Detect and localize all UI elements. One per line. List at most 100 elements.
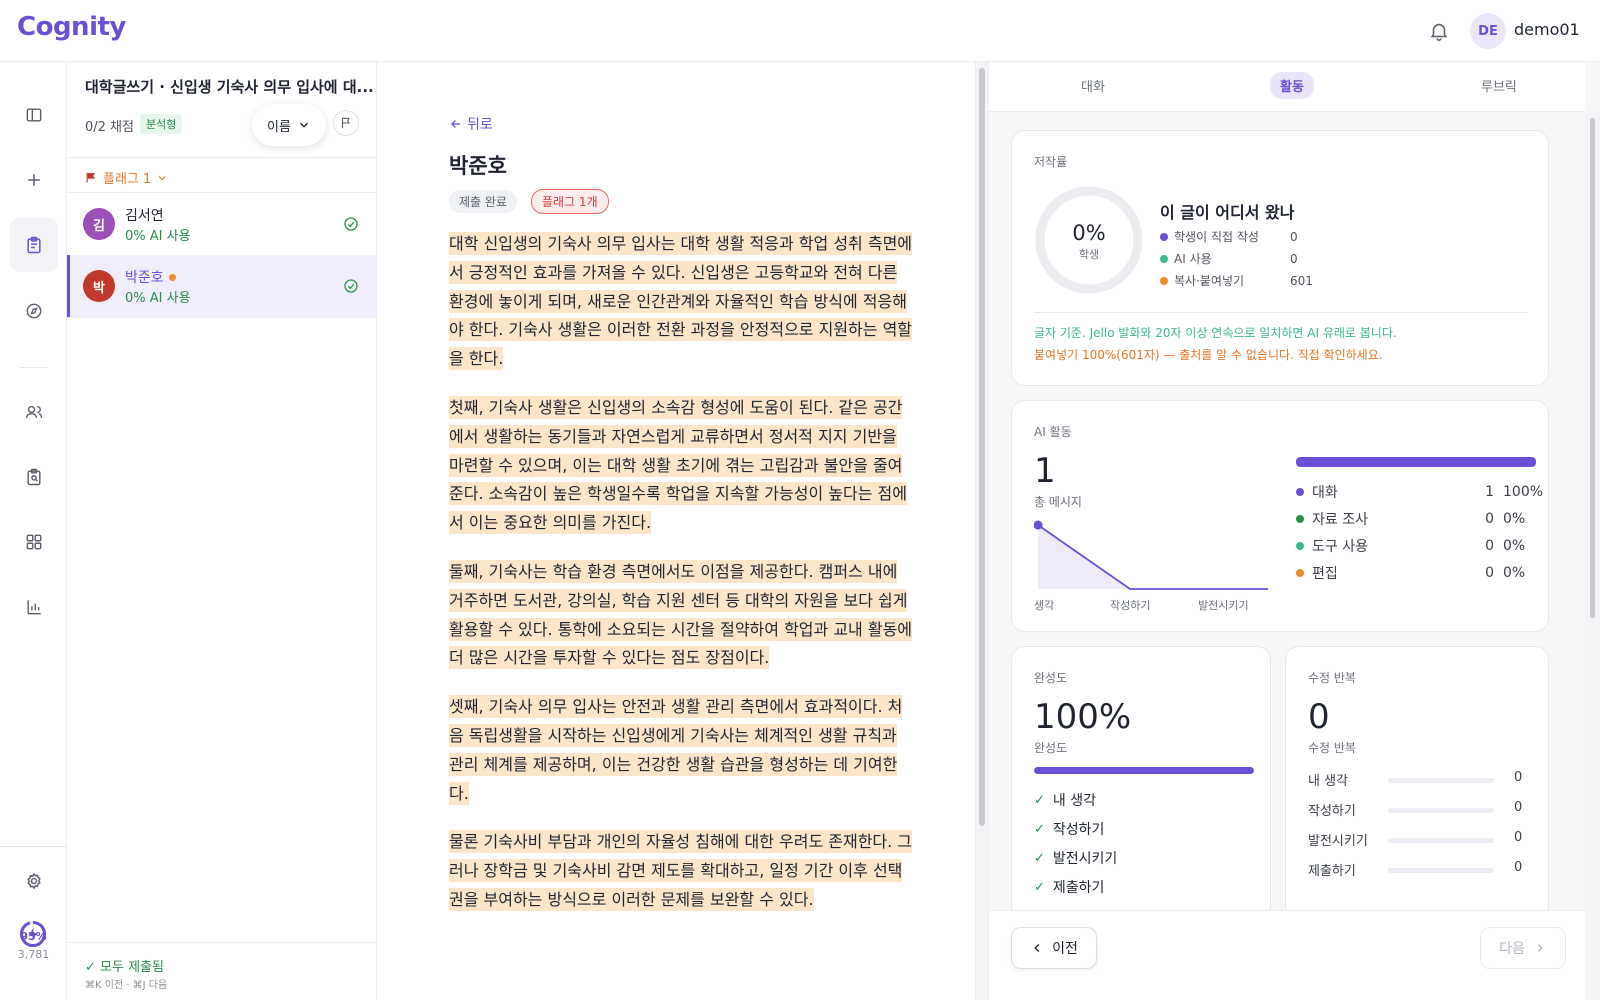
assignment-title: 대학글쓰기 · 신입생 기숙사 의무 입사에 대... xyxy=(85,78,374,96)
step-item: ✓ 내 생각 xyxy=(1034,790,1096,810)
scrollbar-thumb[interactable] xyxy=(1590,118,1595,618)
ai-breakdown-row: 도구 사용 0 0% xyxy=(1296,536,1536,556)
next-label: 다음 xyxy=(1499,941,1525,957)
ai-breakdown-row: 대화 1 100% xyxy=(1296,482,1543,502)
ai-activity-bar xyxy=(1296,457,1536,467)
all-submitted-status: ✓ 모두 제출됨 xyxy=(85,960,164,975)
bar-chart-icon[interactable] xyxy=(17,590,51,624)
tab-rubric[interactable]: 루브릭 xyxy=(1481,76,1517,95)
ai-breakdown-row: 자료 조사 0 0% xyxy=(1296,509,1536,529)
ai-breakdown-label: 대화 xyxy=(1312,485,1338,501)
legend-dot xyxy=(1296,515,1304,523)
check-icon: ✓ xyxy=(1034,879,1045,895)
ai-breakdown-percent: 0% xyxy=(1503,565,1526,581)
ai-breakdown-count: 0 xyxy=(1485,511,1494,527)
pasted-highlight: 둘째, 기숙사는 학습 환경 측면에서도 이점을 제공한다. 캠퍼스 내에 거주… xyxy=(449,559,913,670)
revision-label: 제출하기 xyxy=(1308,864,1356,879)
flag-badge[interactable]: 플래그 1개 xyxy=(531,189,609,214)
essay-body: 대학 신입생의 기숙사 의무 입사는 대학 생활 적응과 학업 성취 측면에서 … xyxy=(449,230,914,935)
panel-scrollbar[interactable] xyxy=(1585,112,1600,1000)
flag-group-label: 플래그 1 xyxy=(103,172,152,187)
scrollbar-thumb[interactable] xyxy=(979,68,985,826)
ai-breakdown-label: 편집 xyxy=(1312,566,1338,582)
ai-breakdown-row: 편집 0 0% xyxy=(1296,563,1536,583)
step-label: 제출하기 xyxy=(1052,880,1105,896)
prev-button[interactable]: 이전 xyxy=(1011,927,1097,969)
ai-total-messages: 1 xyxy=(1034,451,1056,491)
revisions-card: 수정 반복 0 수정 반복 내 생각 0 작성하기 0 발전시키기 0 제출하기 0 xyxy=(1285,646,1549,936)
legend-dot xyxy=(1160,254,1168,263)
chevron-down-icon xyxy=(299,122,308,128)
student-list-panel: 대학글쓰기 · 신입생 기숙사 의무 입사에 대... 0/2 채점 분석형 이… xyxy=(67,62,377,1000)
user-name[interactable]: demo01 xyxy=(1514,20,1580,39)
sort-label: 이름 xyxy=(267,119,291,135)
essay-paragraph: 대학 신입생의 기숙사 의무 입사는 대학 생활 적응과 학업 성취 측면에서 … xyxy=(449,230,914,374)
revision-label: 내 생각 xyxy=(1308,774,1349,789)
chevron-left-icon xyxy=(1034,944,1040,952)
student-ai-usage: 0% AI 사용 xyxy=(125,291,191,306)
bell-icon[interactable] xyxy=(1428,20,1450,42)
document-scrollbar[interactable] xyxy=(975,62,989,1000)
assignment-type-tag: 분석형 xyxy=(140,114,183,134)
flag-filter-button[interactable] xyxy=(333,110,359,136)
revision-track xyxy=(1388,778,1494,783)
student-row-selected[interactable]: 박 박준호 0% AI 사용 xyxy=(67,255,377,317)
clipboard-icon[interactable] xyxy=(10,218,58,272)
app-logo[interactable]: Cognity xyxy=(17,12,126,42)
legend-dot xyxy=(1296,569,1304,577)
student-row[interactable]: 김 김서연 0% AI 사용 xyxy=(67,193,377,255)
check-icon: ✓ xyxy=(1034,850,1045,866)
authorship-label: 저작률 xyxy=(1034,155,1068,169)
chevron-down-icon xyxy=(158,175,166,180)
panel-footer: 이전 다음 xyxy=(989,910,1585,1000)
tab-chat[interactable]: 대화 xyxy=(1081,76,1105,95)
student-ai-usage: 0% AI 사용 xyxy=(125,229,191,244)
keyboard-shortcuts-hint: ⌘K 이전 · ⌘J 다음 xyxy=(85,980,168,991)
step-label: 작성하기 xyxy=(1052,822,1105,838)
sort-button[interactable]: 이름 xyxy=(252,104,326,146)
revision-count: 0 xyxy=(1514,770,1523,785)
users-icon[interactable] xyxy=(17,395,51,429)
origin-label: AI 사용 xyxy=(1174,252,1212,266)
graded-count: 0/2 채점 xyxy=(85,120,134,135)
flag-group-toggle[interactable]: 플래그 1 xyxy=(85,168,168,187)
flag-icon xyxy=(341,117,350,129)
revision-count: 0 xyxy=(1514,800,1523,815)
step-label: 내 생각 xyxy=(1052,793,1096,809)
revision-count: 0 xyxy=(1514,830,1523,845)
essay-paragraph: 둘째, 기숙사는 학습 환경 측면에서도 이점을 제공한다. 캠퍼스 내에 거주… xyxy=(449,558,914,673)
completion-bar-fill xyxy=(1034,767,1254,774)
back-link[interactable]: 뒤로 xyxy=(449,114,493,134)
unread-dot xyxy=(168,273,176,281)
origin-heading: 이 글이 어디서 왔나 xyxy=(1160,203,1295,222)
check-circle-icon xyxy=(344,279,358,293)
legend-dot xyxy=(1160,276,1168,285)
ai-total-label: 총 메시지 xyxy=(1034,495,1082,509)
user-avatar[interactable]: DE xyxy=(1470,13,1506,49)
assignment-search-icon[interactable] xyxy=(17,460,51,494)
next-button[interactable]: 다음 xyxy=(1480,927,1566,969)
add-icon[interactable] xyxy=(17,163,51,197)
legend-dot xyxy=(1160,232,1168,241)
sidebar-toggle-icon[interactable] xyxy=(17,98,51,132)
chevron-right-icon xyxy=(1537,944,1543,952)
origin-value: 0 xyxy=(1290,229,1298,244)
tab-activity[interactable]: 활동 xyxy=(1270,72,1314,99)
step-item: ✓ 발전시키기 xyxy=(1034,848,1117,868)
grid-icon[interactable] xyxy=(17,525,51,559)
essay-paragraph: 첫째, 기숙사 생활은 신입생의 소속감 형성에 도움이 된다. 같은 공간에서… xyxy=(449,394,914,538)
revision-count: 0 xyxy=(1514,860,1523,875)
rail-bottom-divider xyxy=(0,846,67,847)
compass-icon[interactable] xyxy=(17,294,51,328)
chart-x-tick: 발전시키기 xyxy=(1198,599,1249,612)
step-item: ✓ 작성하기 xyxy=(1034,819,1104,839)
card-divider xyxy=(1034,312,1528,313)
revision-row: 발전시키기 0 xyxy=(1308,830,1528,850)
ai-activity-bar-fill xyxy=(1296,457,1536,467)
revisions-value: 0 xyxy=(1308,697,1330,737)
usage-count: 3,781 xyxy=(17,948,50,961)
pasted-highlight: 셋째, 기숙사 의무 입사는 안전과 생활 관리 측면에서 효과적이다. 처음 … xyxy=(449,695,903,805)
gear-icon[interactable] xyxy=(17,864,51,898)
pasted-highlight: 대학 신입생의 기숙사 의무 입사는 대학 생활 적응과 학업 성취 측면에서 … xyxy=(449,232,913,371)
step-item: ✓ 제출하기 xyxy=(1034,877,1104,897)
